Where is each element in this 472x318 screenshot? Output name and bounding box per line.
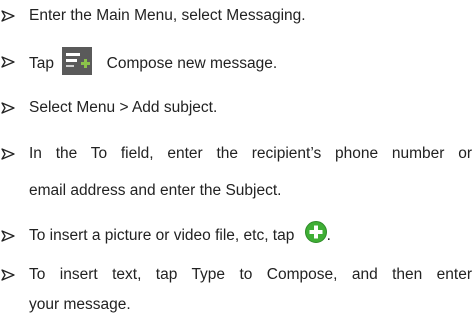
step-2-text-before: Tap	[29, 55, 54, 73]
compose-message-icon	[62, 47, 93, 75]
instruction-document: Enter the Main Menu, select Messaging. T…	[0, 0, 472, 318]
arrow-bullet-icon	[1, 96, 21, 120]
step-4-text-line-1: In the To field, enter the recipient’s p…	[29, 145, 472, 162]
arrow-bullet-icon	[1, 263, 21, 287]
step-2-text-after: Compose new message.	[106, 55, 278, 73]
step-4-continued: email address and enter the Subject.	[0, 179, 472, 203]
step-1-text: Enter the Main Menu, select Messaging.	[29, 7, 306, 24]
step-6-text-line-2: your message.	[29, 296, 131, 313]
arrow-bullet-icon	[1, 142, 21, 166]
arrow-bullet-icon	[1, 50, 21, 74]
step-5: To insert a picture or video file, etc, …	[0, 220, 472, 248]
step-5-text-after: .	[326, 227, 331, 244]
step-2: Tap Compose new message.	[0, 47, 472, 75]
step-5-text-before: To insert a picture or video file, etc, …	[29, 227, 295, 244]
step-6-continued: your message.	[0, 293, 472, 317]
step-4: In the To field, enter the recipient’s p…	[0, 142, 472, 166]
step-1: Enter the Main Menu, select Messaging.	[0, 4, 472, 28]
step-3: Select Menu > Add subject.	[0, 96, 472, 120]
step-3-text: Select Menu > Add subject.	[29, 99, 218, 116]
green-plus-icon	[304, 220, 327, 243]
step-6: To insert text, tap Type to Compose, and…	[0, 263, 472, 287]
step-5-text: To insert a picture or video file, etc, …	[29, 220, 331, 248]
arrow-bullet-icon	[1, 4, 21, 28]
step-2-text: Tap Compose new message.	[29, 47, 278, 78]
step-4-text-line-2: email address and enter the Subject.	[29, 182, 282, 199]
step-6-text-line-1: To insert text, tap Type to Compose, and…	[29, 266, 472, 283]
arrow-bullet-icon	[1, 224, 21, 248]
